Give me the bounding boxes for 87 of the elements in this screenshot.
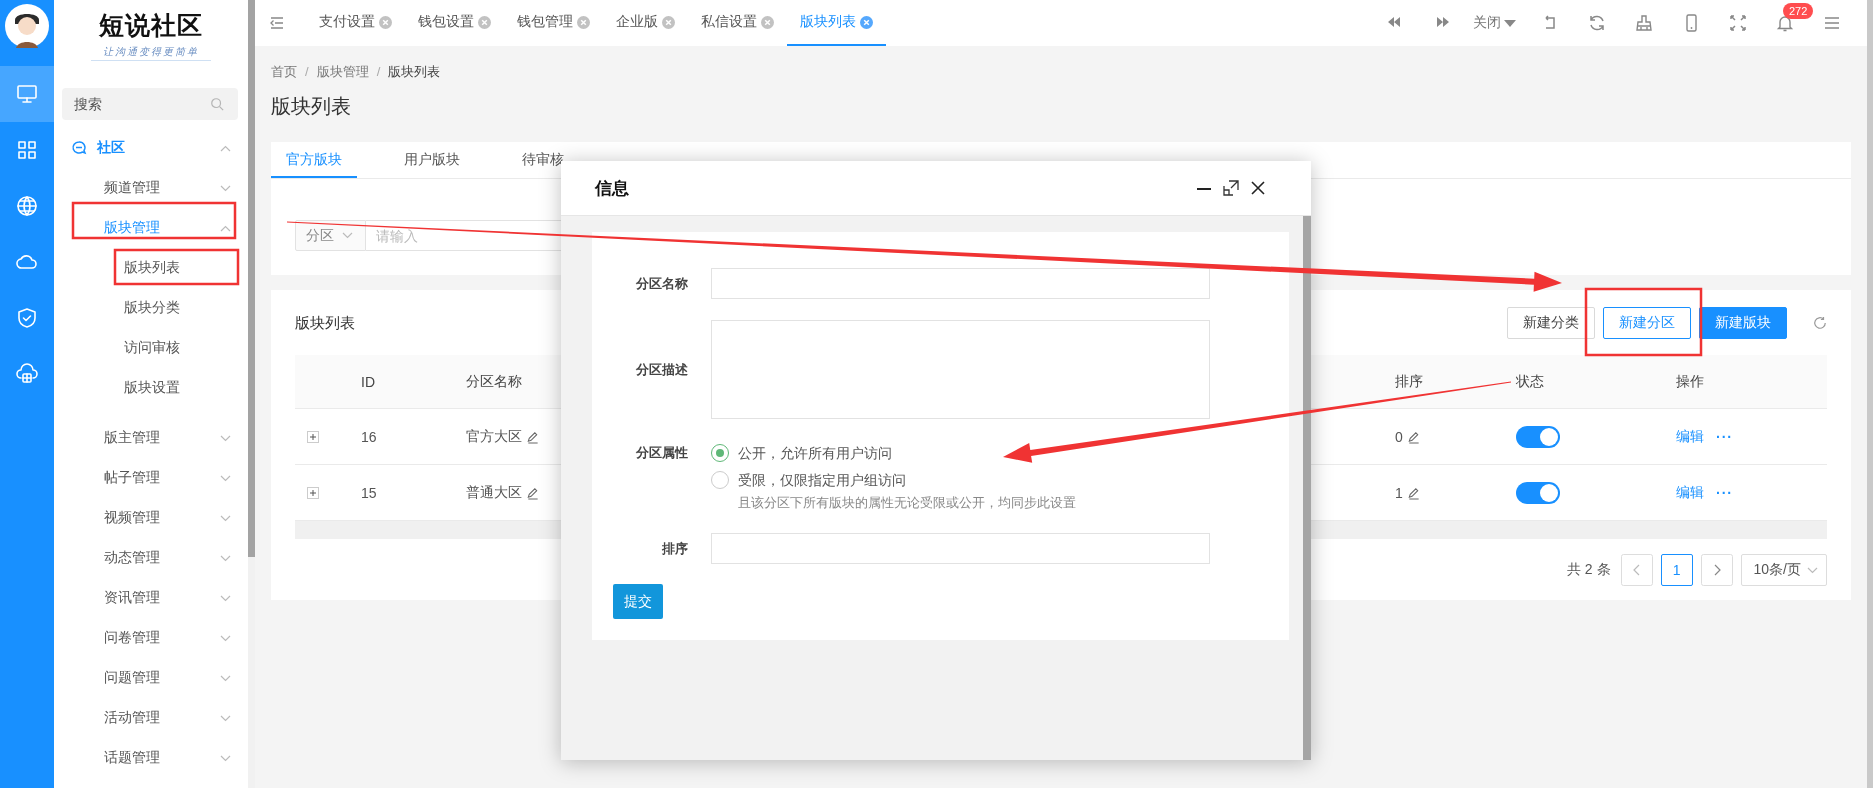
table-cell: 16: [361, 428, 377, 445]
expand-icon[interactable]: [307, 486, 319, 499]
page-tab[interactable]: 钱包管理: [504, 0, 603, 46]
fullscreen-icon[interactable]: [1727, 13, 1748, 33]
monitor-icon: [15, 82, 39, 106]
table-cell: 0: [1395, 428, 1403, 445]
edit-icon[interactable]: [526, 429, 539, 444]
scrollbar-thumb[interactable]: [1867, 0, 1873, 788]
close-dropdown[interactable]: 关闭: [1469, 14, 1520, 32]
menu-item[interactable]: 问卷管理: [54, 618, 248, 658]
content-tab[interactable]: 用户版块: [389, 142, 475, 178]
page-title: 版块列表: [271, 94, 352, 119]
broom-icon[interactable]: [1633, 13, 1654, 33]
chat-icon: [71, 140, 87, 156]
cloud-storage-icon: [15, 362, 39, 386]
field-label: 分区名称: [635, 274, 688, 293]
avatar-icon: [5, 4, 49, 48]
card-title: 版块列表: [295, 313, 355, 333]
menu-item[interactable]: 活动管理: [54, 698, 248, 738]
menu-item[interactable]: 动态管理: [54, 538, 248, 578]
toggle-switch[interactable]: [1516, 425, 1560, 448]
scrollbar-thumb[interactable]: [1303, 216, 1311, 760]
close-icon[interactable]: [1250, 180, 1266, 196]
notification-badge: 272: [1783, 3, 1814, 19]
input-field[interactable]: [711, 268, 1210, 299]
breadcrumb-link[interactable]: 版块列表: [388, 62, 441, 82]
menu-item[interactable]: 频道管理: [54, 168, 248, 208]
menu-item[interactable]: 版块列表: [54, 248, 248, 288]
edit-icon[interactable]: [526, 485, 539, 500]
column-header: 操作: [1676, 372, 1704, 391]
menu-item[interactable]: 访问审核: [54, 328, 248, 368]
scrollbar-thumb[interactable]: [248, 0, 255, 557]
action-button[interactable]: 新建分类: [1507, 307, 1595, 339]
field-label: 分区描述: [635, 360, 688, 379]
column-header: 排序: [1395, 372, 1423, 391]
grid-icon: [15, 138, 39, 162]
total-count: 共 2 条: [1566, 561, 1611, 579]
menu-item[interactable]: 话题管理: [54, 738, 248, 778]
page-tab[interactable]: 企业版: [603, 0, 688, 46]
maximize-icon[interactable]: [1223, 180, 1239, 196]
menu-item[interactable]: 资讯管理: [54, 578, 248, 618]
field-hint: 且该分区下所有版块的属性无论受限或公开，均同步此设置: [738, 495, 1076, 512]
column-header: 状态: [1516, 372, 1544, 391]
menu-item[interactable]: 版块设置: [54, 368, 248, 408]
chevron-icon: [342, 232, 353, 239]
page-size-select[interactable]: 10条/页: [1740, 554, 1827, 586]
search-icon[interactable]: [210, 97, 224, 111]
field-label: 分区属性: [635, 444, 688, 462]
column-header: 分区名称: [466, 372, 522, 391]
refresh-icon[interactable]: [1813, 316, 1827, 330]
breadcrumb-link[interactable]: 首页: [271, 62, 297, 82]
caret-icon: [1504, 19, 1516, 27]
menu-item[interactable]: 视频管理: [54, 498, 248, 538]
input-field[interactable]: [711, 533, 1210, 564]
globe-icon: [15, 194, 39, 218]
chevron-icon: [1807, 566, 1818, 574]
prev-page-icon[interactable]: [1620, 554, 1653, 586]
logo-title: 短说社区: [99, 10, 203, 41]
collapse-icon[interactable]: [270, 17, 284, 29]
page-tab[interactable]: 支付设置: [306, 0, 405, 46]
table-cell: 1: [1395, 484, 1403, 501]
menu-item[interactable]: 问题管理: [54, 658, 248, 698]
edit-icon[interactable]: [1406, 485, 1420, 500]
table-cell: 普通大区: [466, 483, 522, 502]
expand-icon[interactable]: [307, 430, 319, 443]
option-label[interactable]: 公开，允许所有用户访问: [738, 443, 892, 463]
breadcrumb-separator: /: [305, 63, 309, 81]
page-tab[interactable]: 私信设置: [688, 0, 787, 46]
logo-slogan: 让沟通变得更简单: [91, 44, 211, 61]
breadcrumb-separator: /: [376, 63, 381, 81]
next-page-icon[interactable]: [1700, 554, 1733, 586]
shield-check-icon: [15, 306, 39, 330]
field-label: 排序: [661, 539, 688, 558]
page-tab[interactable]: 钱包设置: [405, 0, 504, 46]
column-header: ID: [361, 373, 375, 390]
table-cell: 官方大区: [466, 427, 522, 446]
option-label[interactable]: 受限，仅限指定用户组访问: [738, 470, 906, 490]
search-field[interactable]: 搜索: [62, 88, 238, 120]
table-cell: 15: [361, 484, 377, 501]
breadcrumb-link[interactable]: 版块管理: [316, 62, 369, 82]
toggle-switch[interactable]: [1516, 481, 1560, 504]
menu-item[interactable]: 帖子管理: [54, 458, 248, 498]
edit-icon[interactable]: [1406, 429, 1420, 444]
menu-item[interactable]: 版块分类: [54, 288, 248, 328]
dialog-title: 信息: [595, 177, 629, 200]
filter-select[interactable]: 分区: [295, 220, 366, 251]
menu-item[interactable]: 版主管理: [54, 418, 248, 458]
